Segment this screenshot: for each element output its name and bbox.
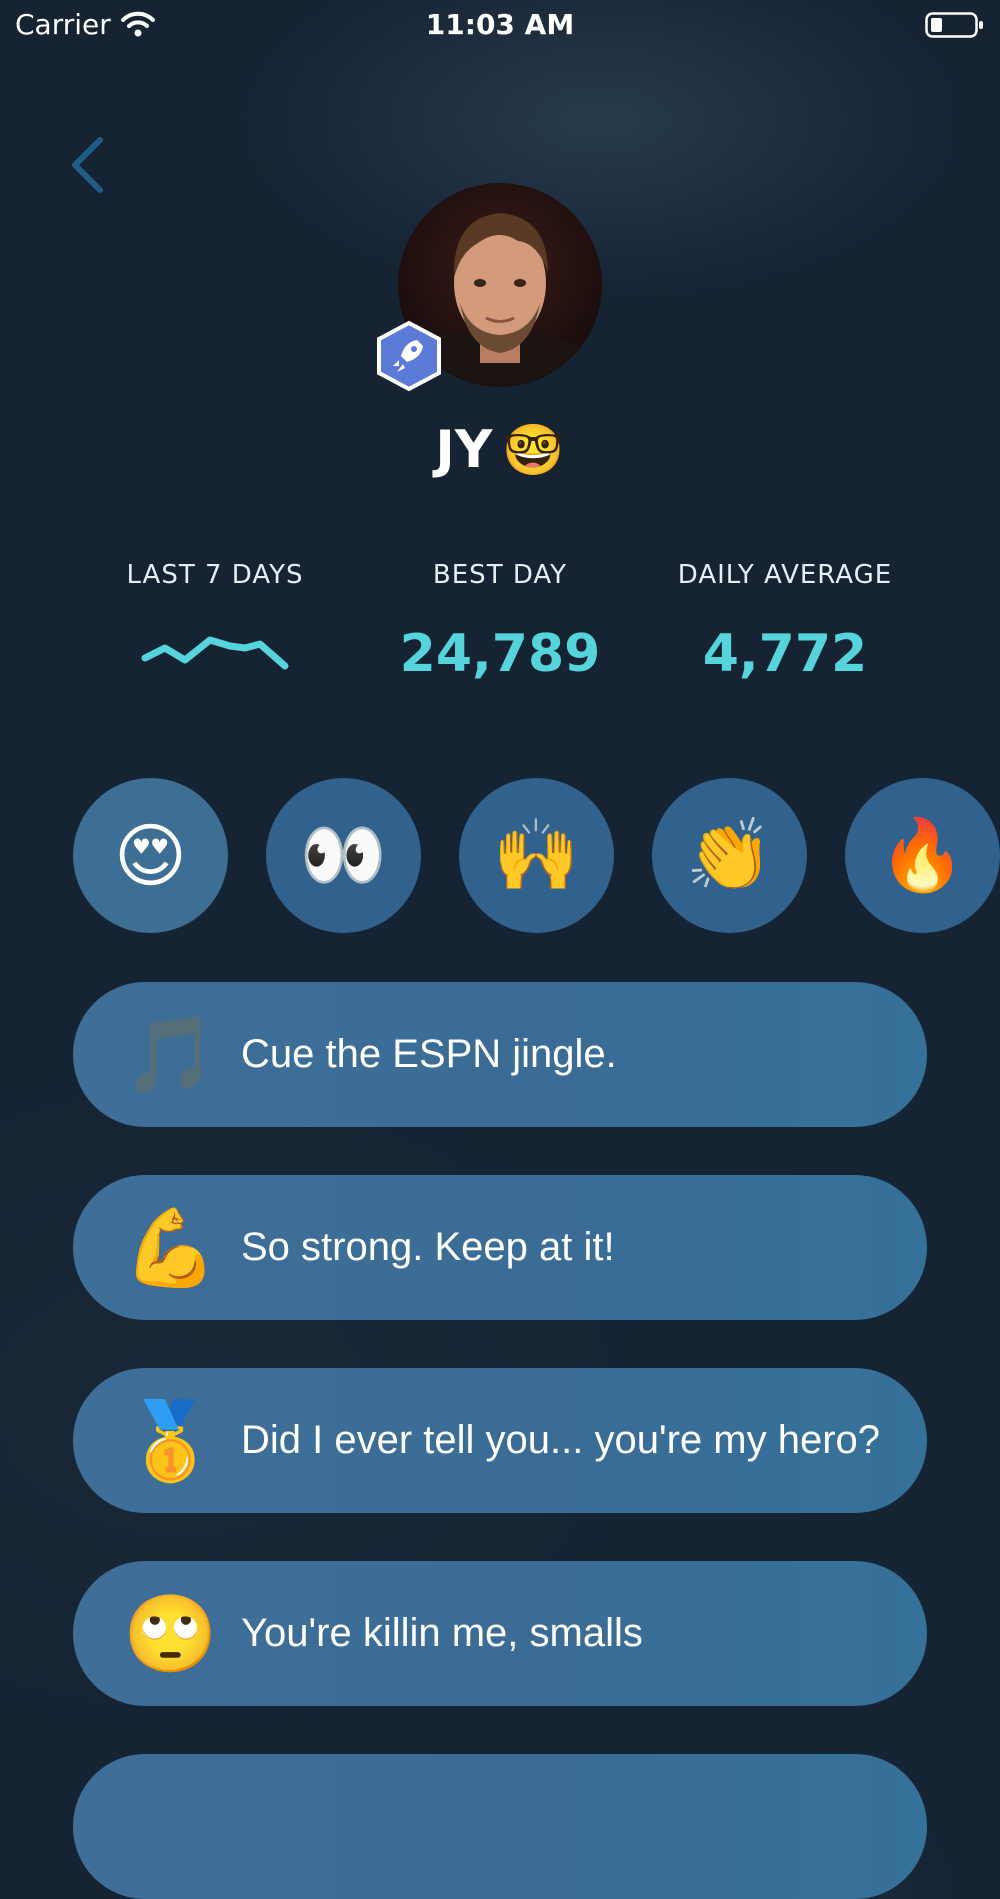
message-text: You're killin me, smalls: [241, 1611, 643, 1655]
back-button[interactable]: [60, 130, 120, 200]
message-text: So strong. Keep at it!: [241, 1225, 615, 1269]
stat-daily-average: DAILY AVERAGE 4,772: [625, 560, 945, 684]
message-text: Cue the ESPN jingle.: [241, 1032, 617, 1076]
sparkline-chart: [141, 636, 289, 670]
reactions-row: 😍 👀 🙌 👏 🔥: [0, 778, 1000, 934]
reaction-fire-button[interactable]: 🔥: [845, 778, 1000, 933]
stat-label-daily-average: DAILY AVERAGE: [677, 560, 893, 590]
rocket-badge-icon: [377, 320, 441, 392]
stat-best-day: BEST DAY 24,789: [340, 560, 660, 684]
reaction-eyes-button[interactable]: 👀: [266, 778, 421, 933]
message-card[interactable]: 💪 So strong. Keep at it!: [73, 1175, 927, 1320]
stat-value-best-day: 24,789: [399, 624, 601, 684]
stat-value-daily-average: 4,772: [702, 624, 868, 684]
battery-icon: [925, 12, 983, 38]
reaction-raised-hands-button[interactable]: 🙌: [459, 778, 614, 933]
message-card[interactable]: 🙄 You're killin me, smalls: [73, 1561, 927, 1706]
user-name: JY 🤓: [0, 420, 1000, 480]
reaction-clapping-button[interactable]: 👏: [652, 778, 807, 933]
nerd-face-emoji: 🤓: [502, 421, 565, 479]
eye-roll-emoji: 🙄: [123, 1588, 218, 1678]
musical-note-emoji: 🎵: [123, 1009, 218, 1099]
message-card-partial[interactable]: [73, 1754, 927, 1899]
clock: 11:03 AM: [425, 8, 575, 41]
message-text: Did I ever tell you... you're my hero?: [241, 1418, 881, 1462]
user-name-text: JY: [435, 420, 493, 480]
chevron-left-icon: [72, 137, 103, 193]
gold-medal-emoji: 🥇: [123, 1395, 218, 1485]
stat-label-best-day: BEST DAY: [432, 560, 568, 590]
stat-last-7-days: LAST 7 DAYS: [55, 560, 375, 590]
message-card[interactable]: 🥇 Did I ever tell you... you're my hero?: [73, 1368, 927, 1513]
status-bar: Carrier 11:03 AM: [0, 0, 1000, 50]
flexed-biceps-emoji: 💪: [123, 1202, 218, 1292]
stat-label-last-7-days: LAST 7 DAYS: [126, 560, 304, 590]
message-card[interactable]: 🎵 Cue the ESPN jingle.: [73, 982, 927, 1127]
reaction-heart-eyes-button[interactable]: 😍: [73, 778, 228, 933]
